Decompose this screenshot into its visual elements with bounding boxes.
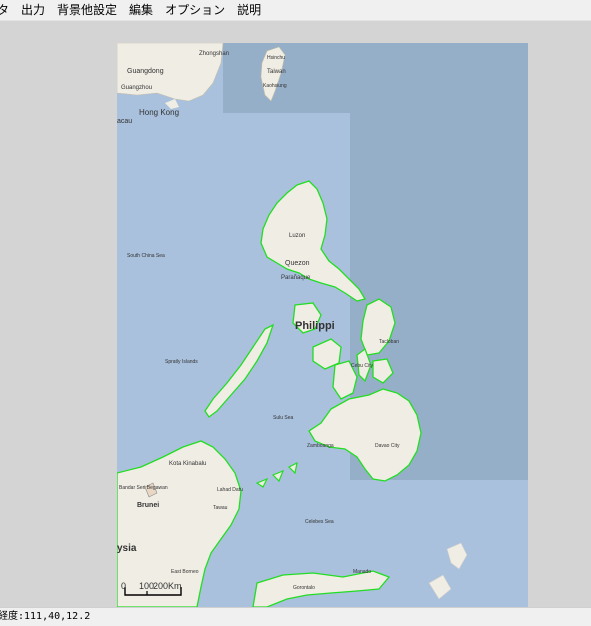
label-east-borneo: East Borneo (171, 569, 199, 575)
label-luzon: Luzon (289, 233, 305, 239)
label-tacloban: Tacloban (379, 339, 399, 345)
label-tawau: Tawau (213, 505, 228, 511)
label-paranaque: Parañaque (281, 275, 311, 281)
label-celebes-sea: Celebes Sea (305, 519, 334, 525)
label-bandar: Bandar Seri Begawan (119, 485, 168, 491)
map-canvas[interactable]: Zhongshan Guangdong Guangzhou Hong Kong … (117, 43, 528, 607)
scale-label-zero: 0 (121, 581, 126, 591)
status-bar: 経度:111,40,12.2 (0, 607, 591, 626)
menu-bar: タ 出力 背景他設定 編集 オプション 説明 (0, 0, 591, 21)
label-guangdong: Guangdong (127, 68, 164, 75)
label-zhongshan: Zhongshan (199, 51, 229, 57)
scale-label-200km: 200Km (153, 581, 182, 591)
label-philippines: Philippi (295, 320, 335, 332)
label-guangzhou: Guangzhou (121, 85, 152, 91)
toolbar-area (0, 21, 591, 43)
label-south-china-sea: South China Sea (127, 253, 165, 259)
label-brunei: Brunei (137, 502, 159, 509)
label-malaysia: ysia (117, 543, 137, 554)
label-cebu: Cebu City (351, 363, 373, 369)
menu-output[interactable]: 出力 (15, 0, 51, 20)
scale-label-100: 100 (139, 581, 154, 591)
label-gorontalo: Gorontalo (293, 585, 315, 591)
menu-data[interactable]: タ (0, 0, 15, 20)
label-quezon: Quezon (285, 260, 310, 267)
label-manado: Manado (353, 569, 371, 575)
menu-edit[interactable]: 編集 (123, 0, 159, 20)
label-kota-kinabalu: Kota Kinabalu (169, 461, 206, 467)
label-lahad-datu: Lahad Datu (217, 487, 243, 493)
label-hsinchu: Hsinchu (267, 55, 285, 61)
label-davao: Davao City (375, 443, 400, 449)
label-macau: acau (117, 118, 132, 125)
label-hong-kong: Hong Kong (139, 108, 179, 117)
menu-help[interactable]: 説明 (231, 0, 267, 20)
label-zamboanga: Zamboanga (307, 443, 334, 449)
map-view[interactable]: Zhongshan Guangdong Guangzhou Hong Kong … (117, 43, 528, 607)
label-spratly: Spratly Islands (165, 359, 198, 365)
label-taiwan: Taiwan (267, 69, 286, 75)
label-kaohsiung: Kaohsiung (263, 83, 287, 89)
label-sulu-sea: Sulu Sea (273, 415, 294, 421)
menu-background-settings[interactable]: 背景他設定 (51, 0, 123, 20)
menu-options[interactable]: オプション (159, 0, 231, 20)
status-coordinates: 経度:111,40,12.2 (0, 611, 91, 622)
